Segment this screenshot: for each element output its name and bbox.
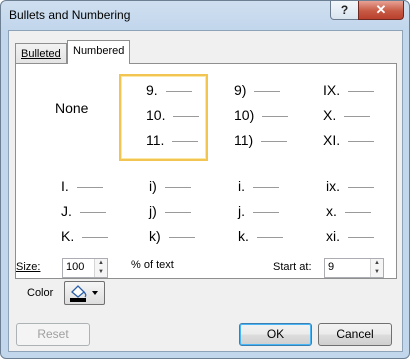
reset-label: Reset: [37, 327, 69, 341]
tab-numbered[interactable]: Numbered: [67, 40, 131, 64]
style-option-arabic-paren[interactable]: 9) 10) 11): [234, 78, 289, 153]
ok-label: OK: [266, 327, 285, 341]
list-item: j.: [238, 199, 283, 224]
down-arrow-icon: ▼: [98, 269, 104, 275]
list-item: 11): [234, 128, 288, 153]
title-bar: Bullets and Numbering ? ✕: [1, 1, 409, 29]
cancel-button[interactable]: Cancel: [318, 323, 392, 346]
color-swatch: [70, 298, 86, 302]
list-item: 10.: [146, 103, 200, 128]
list-item: 11.: [146, 128, 199, 153]
tab-numbered-label: Numbered: [73, 45, 125, 57]
list-item: K.: [61, 224, 109, 249]
reset-button[interactable]: Reset: [16, 323, 90, 346]
cancel-label: Cancel: [336, 327, 374, 341]
list-item: x.: [326, 199, 374, 224]
list-item: k.: [238, 224, 283, 249]
down-arrow-icon: ▼: [374, 269, 380, 275]
list-item: ix.: [326, 174, 374, 199]
close-button[interactable]: ✕: [358, 1, 404, 20]
up-arrow-icon: ▲: [374, 260, 380, 266]
style-option-roman-upper[interactable]: IX. X. XI.: [323, 78, 375, 153]
style-option-alpha-lower-period[interactable]: i. j. k.: [238, 174, 283, 249]
list-item: i.: [238, 174, 283, 199]
style-option-alpha-lower-paren[interactable]: i) j) k): [149, 174, 195, 249]
style-option-roman-lower[interactable]: ix. x. xi.: [326, 174, 374, 249]
size-value: 100: [66, 261, 85, 273]
start-at-label: Start at:: [273, 261, 312, 273]
dialog-title: Bullets and Numbering: [9, 8, 131, 22]
tab-bulleted-label: Bulleted: [21, 48, 61, 60]
style-option-arabic-period[interactable]: 9. 10. 11.: [146, 78, 200, 153]
up-arrow-icon: ▲: [98, 260, 104, 266]
list-item: j): [149, 199, 195, 224]
list-item: XI.: [323, 128, 375, 153]
list-item: 9): [234, 78, 288, 103]
start-at-spinner[interactable]: 9 ▲ ▼: [324, 258, 384, 278]
list-item: 10): [234, 103, 289, 128]
list-item: xi.: [326, 224, 374, 249]
list-item: i): [149, 174, 195, 199]
list-item: k): [149, 224, 195, 249]
tab-bulleted[interactable]: Bulleted: [15, 43, 67, 64]
color-picker-button[interactable]: [64, 281, 105, 305]
help-button[interactable]: ?: [330, 1, 359, 20]
list-item: J.: [61, 199, 108, 224]
size-spinner[interactable]: 100 ▲ ▼: [62, 258, 108, 278]
size-spin-arrows[interactable]: ▲ ▼: [94, 259, 107, 277]
list-item: 9.: [146, 78, 199, 103]
style-option-none[interactable]: None: [55, 96, 88, 121]
color-label: Color: [27, 287, 54, 299]
start-at-value: 9: [328, 261, 335, 273]
size-label: Size:: [16, 261, 41, 273]
bullets-numbering-dialog: Bullets and Numbering ? ✕ Bulleted Numbe…: [0, 0, 410, 359]
list-item: X.: [323, 103, 374, 128]
ok-button[interactable]: OK: [239, 323, 312, 346]
size-suffix: % of text: [131, 259, 174, 271]
list-item: IX.: [323, 78, 375, 103]
numbering-style-gallery: None 9. 10. 11. 9) 10) 11) IX. X. XI. I.: [15, 63, 397, 279]
paint-bucket-icon: [70, 285, 98, 302]
dialog-body: Bulleted Numbered None 9. 10. 11. 9) 10)…: [8, 30, 403, 352]
none-label: None: [55, 100, 89, 116]
start-at-spin-arrows[interactable]: ▲ ▼: [370, 259, 383, 277]
list-item: I.: [61, 174, 108, 199]
style-option-alpha-upper[interactable]: I. J. K.: [61, 174, 109, 249]
